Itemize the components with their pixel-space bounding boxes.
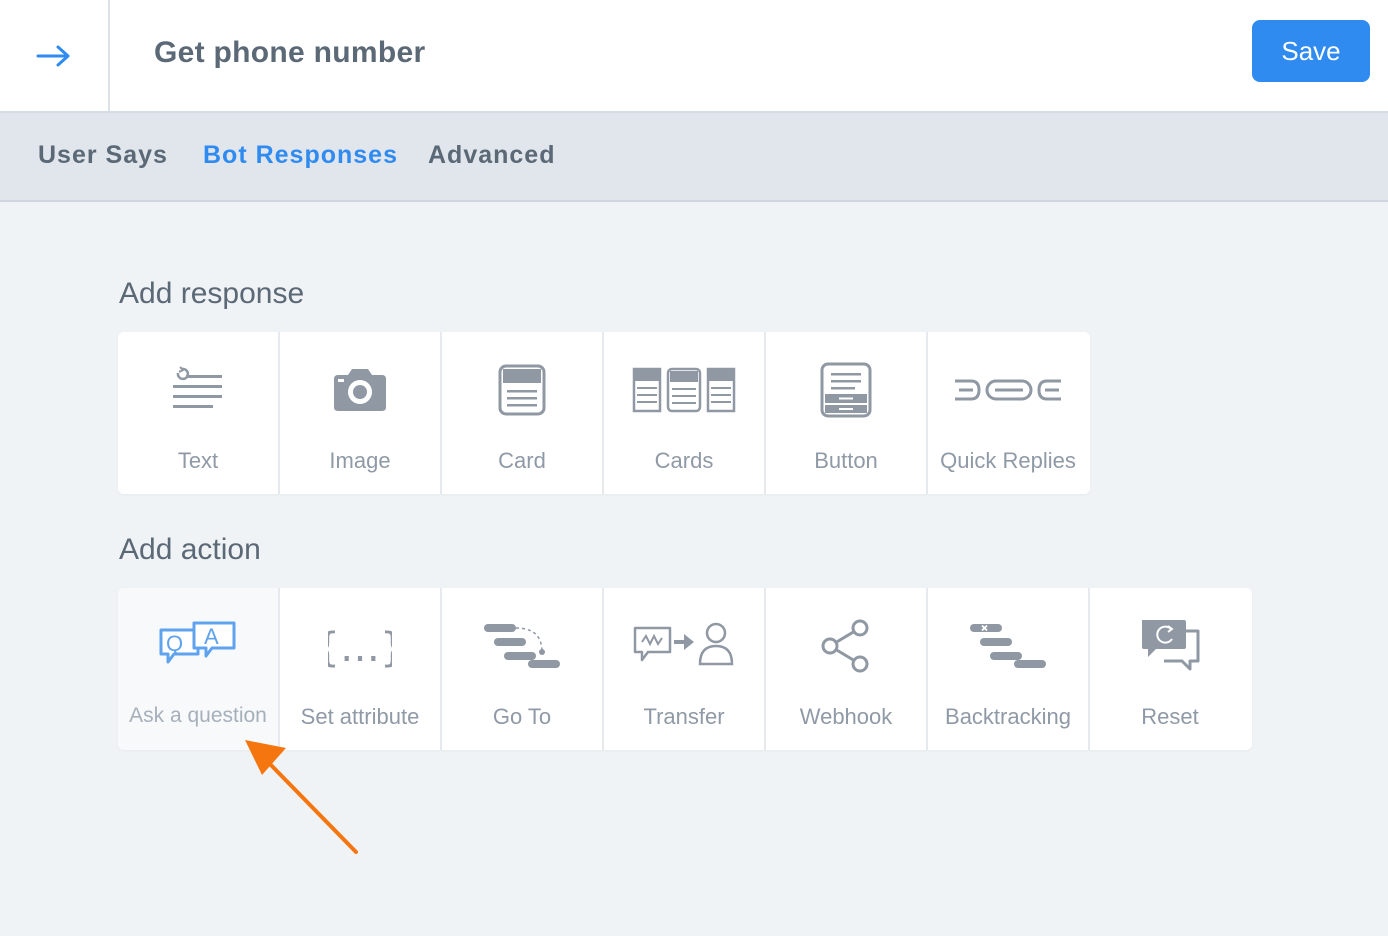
save-button[interactable]: Save bbox=[1252, 20, 1370, 82]
response-button-tile[interactable]: Button bbox=[766, 332, 928, 494]
action-backtracking-tile[interactable]: Backtracking bbox=[928, 588, 1090, 750]
action-transfer-tile[interactable]: Transfer bbox=[604, 588, 766, 750]
tile-label: Transfer bbox=[643, 704, 725, 729]
action-goto-tile[interactable]: Go To bbox=[442, 588, 604, 750]
tab-bar: User Says Bot Responses Advanced bbox=[0, 113, 1388, 202]
svg-text:A: A bbox=[204, 624, 219, 649]
tile-label: Cards bbox=[654, 448, 714, 473]
action-ask-question-tile[interactable]: Q A Ask a question bbox=[118, 588, 280, 750]
add-response-title: Add response bbox=[119, 277, 305, 310]
tab-advanced[interactable]: Advanced bbox=[428, 141, 555, 170]
tile-label: Go To bbox=[492, 704, 552, 729]
tile-label: Image bbox=[329, 448, 391, 473]
svg-text:{…}: {…} bbox=[328, 625, 392, 671]
page-title: Get phone number bbox=[154, 36, 426, 69]
svg-text:Q: Q bbox=[166, 631, 183, 656]
share-nodes-icon bbox=[821, 619, 869, 673]
action-reset-tile[interactable]: Reset bbox=[1090, 588, 1252, 750]
back-button[interactable] bbox=[0, 0, 110, 111]
tile-label: Text bbox=[177, 448, 219, 473]
action-webhook-tile[interactable]: Webhook bbox=[766, 588, 928, 750]
tile-label: Backtracking bbox=[945, 704, 1071, 729]
curly-braces-icon: {…} bbox=[328, 625, 392, 671]
tab-bot-responses[interactable]: Bot Responses bbox=[203, 141, 398, 170]
cards-icon bbox=[632, 367, 736, 413]
tab-user-says[interactable]: User Says bbox=[38, 141, 168, 170]
card-icon bbox=[498, 364, 546, 416]
response-text-tile[interactable]: Text bbox=[118, 332, 280, 494]
tile-label: Reset bbox=[1141, 704, 1199, 729]
button-icon bbox=[820, 362, 872, 418]
arrow-right-icon bbox=[36, 45, 70, 66]
backtracking-icon bbox=[970, 624, 1046, 668]
tile-label: Webhook bbox=[799, 704, 893, 729]
response-image-tile[interactable]: Image bbox=[280, 332, 442, 494]
camera-icon bbox=[334, 369, 386, 411]
tile-label: Button bbox=[814, 448, 878, 473]
top-bar: Get phone number Save bbox=[0, 0, 1388, 113]
tile-label: Card bbox=[498, 448, 546, 473]
response-card-tile[interactable]: Card bbox=[442, 332, 604, 494]
response-quick-replies-tile[interactable]: Quick Replies bbox=[928, 332, 1090, 494]
response-grid: Text Image Card Cards Button Quick Repli… bbox=[118, 332, 1090, 494]
quick-replies-icon bbox=[955, 379, 1061, 401]
action-grid: Q A Ask a question {…} Set attribute Go … bbox=[118, 588, 1252, 750]
tile-label: Set attribute bbox=[300, 704, 420, 729]
response-cards-tile[interactable]: Cards bbox=[604, 332, 766, 494]
tile-label: Quick Replies bbox=[940, 448, 1076, 473]
text-lines-icon bbox=[173, 366, 222, 408]
add-action-title: Add action bbox=[119, 533, 261, 566]
tile-label: Ask a question bbox=[129, 704, 267, 727]
qa-icon: Q A bbox=[159, 621, 236, 664]
reset-chat-icon bbox=[1142, 620, 1200, 671]
transfer-icon bbox=[633, 622, 734, 666]
goto-flow-icon bbox=[484, 624, 560, 668]
action-set-attribute-tile[interactable]: {…} Set attribute bbox=[280, 588, 442, 750]
